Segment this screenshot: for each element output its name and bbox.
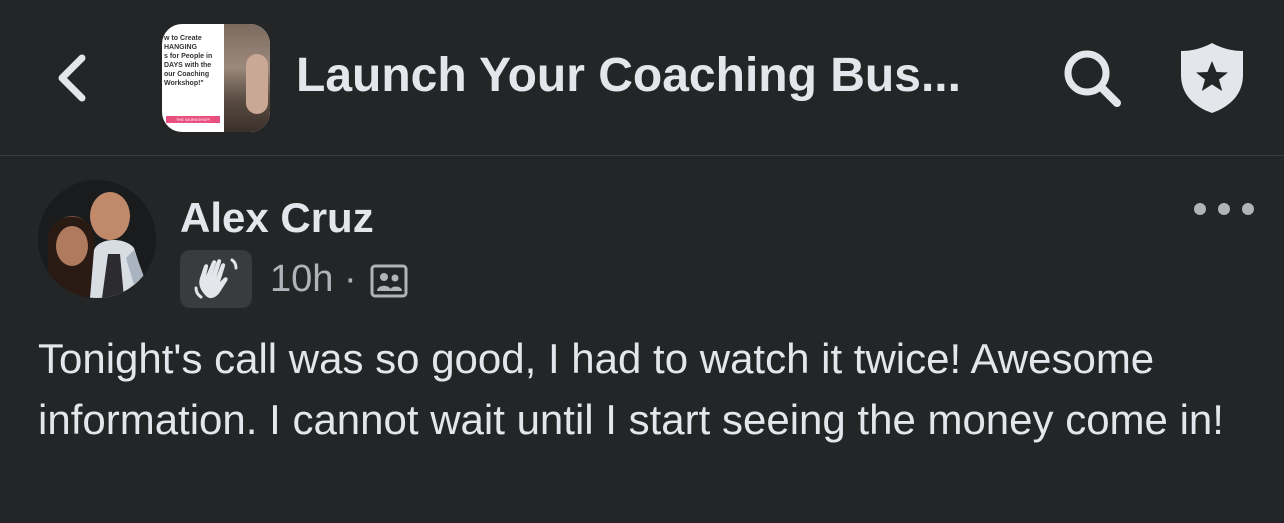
search-icon	[1064, 50, 1121, 107]
waving-hand-icon	[194, 258, 238, 299]
back-button[interactable]	[44, 48, 100, 108]
meta-separator: ·	[344, 258, 357, 300]
post-more-button[interactable]	[1194, 194, 1254, 224]
search-button[interactable]	[1058, 44, 1126, 112]
chevron-left-icon	[58, 54, 86, 102]
new-member-badge[interactable]	[180, 250, 252, 308]
group-thumbnail[interactable]: w to Create HANGING s for People in DAYS…	[162, 24, 270, 132]
group-header: w to Create HANGING s for People in DAYS…	[0, 0, 1284, 156]
more-dot	[1242, 203, 1254, 215]
group-title[interactable]: Launch Your Coaching Bus...	[296, 44, 996, 108]
thumbnail-text: w to Create HANGING s for People in DAYS…	[164, 35, 213, 87]
post-body-text: Tonight's call was so good, I had to wat…	[38, 335, 1224, 443]
admin-tools-button[interactable]	[1176, 40, 1248, 116]
post-timestamp[interactable]: 10h	[270, 254, 333, 304]
more-dot	[1194, 203, 1206, 215]
thumbnail-photo	[224, 24, 270, 132]
group-post-screen: w to Create HANGING s for People in DAYS…	[0, 0, 1284, 523]
shield-star-icon	[1181, 43, 1243, 113]
author-name[interactable]: Alex Cruz	[180, 190, 374, 246]
group-members-icon	[370, 262, 408, 300]
more-dot	[1218, 203, 1230, 215]
author-avatar[interactable]	[38, 180, 156, 298]
avatar-photo	[38, 180, 156, 298]
thumbnail-cta: THE WORKSHOP!	[166, 116, 220, 123]
